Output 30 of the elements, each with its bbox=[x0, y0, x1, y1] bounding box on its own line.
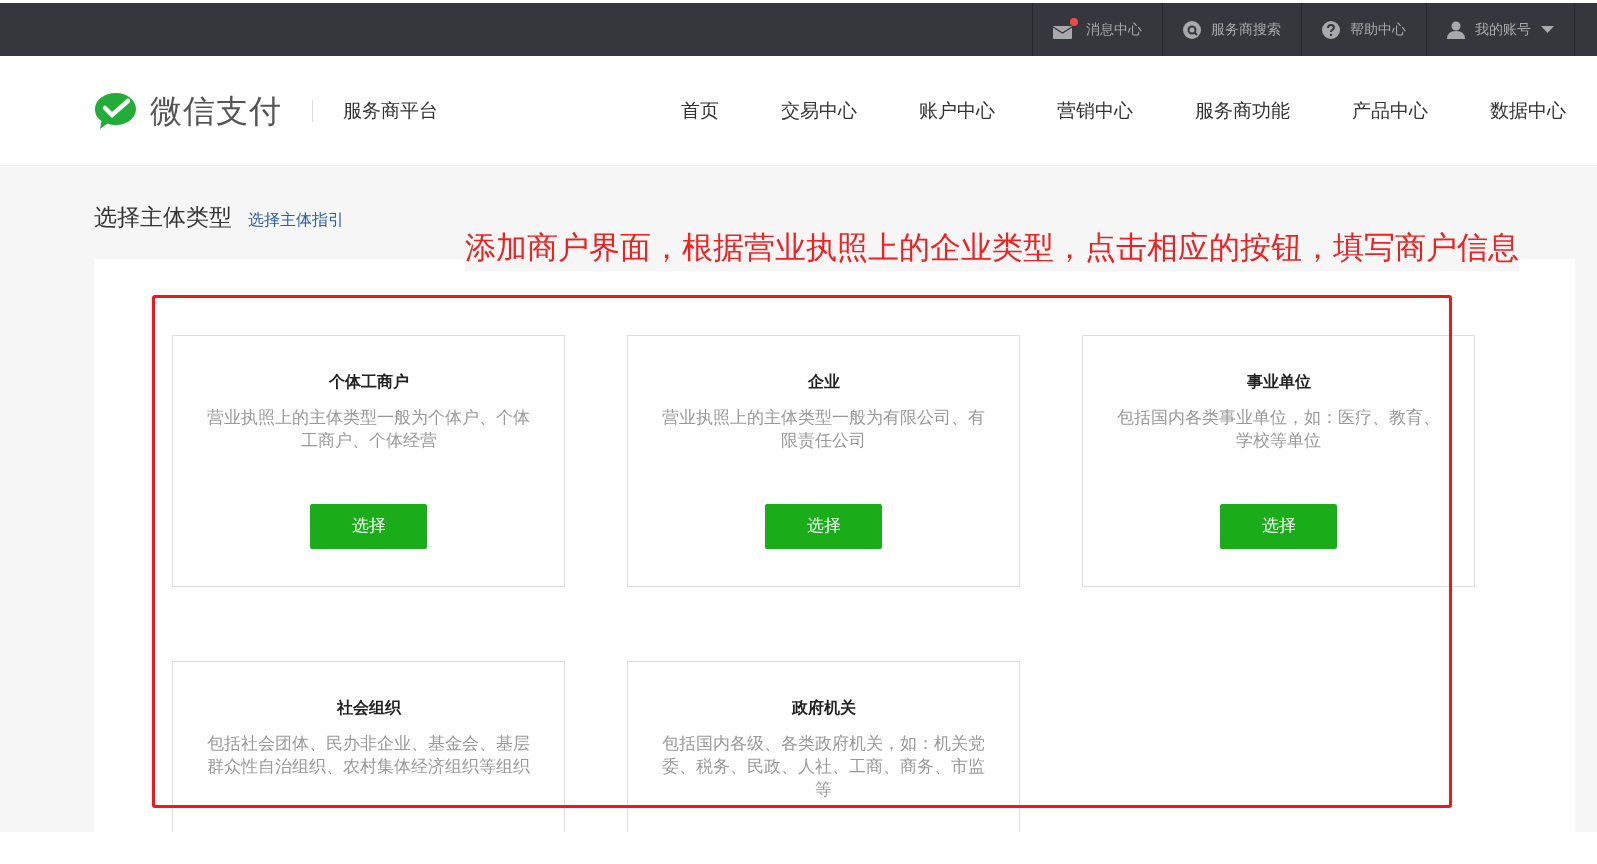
platform-name: 服务商平台 bbox=[343, 98, 438, 124]
card-title: 个体工商户 bbox=[328, 370, 409, 393]
card-title: 企业 bbox=[807, 370, 840, 393]
chat-bubble-check-logo bbox=[94, 90, 138, 131]
card-title: 政府机关 bbox=[791, 696, 856, 719]
card-description: 包括国内各级、各类政府机关，如：机关党委、税务、民政、人社、工商、商务、市监等 bbox=[661, 732, 986, 801]
card-title: 事业单位 bbox=[1246, 370, 1311, 393]
nav-link[interactable]: 账户中心 bbox=[888, 96, 1026, 125]
guide-link[interactable]: 选择主体指引 bbox=[248, 208, 344, 232]
card-title: 社会组织 bbox=[336, 696, 401, 719]
card-description: 包括社会团体、民办非企业、基金会、基层群众性自治组织、农村集体经济组织等组织 bbox=[206, 732, 531, 778]
nav-link[interactable]: 首页 bbox=[650, 96, 750, 125]
card-description: 营业执照上的主体类型一般为个体户、个体工商户、个体经营 bbox=[206, 406, 531, 452]
card-description: 包括国内各类事业单位，如：医疗、教育、学校等单位 bbox=[1116, 406, 1441, 452]
nav-link[interactable]: 交易中心 bbox=[750, 96, 888, 125]
nav-link[interactable]: 产品中心 bbox=[1321, 96, 1459, 125]
top-bar-link[interactable]: 消息中心 bbox=[1032, 3, 1162, 56]
top-bar-link[interactable]: 服务商搜索 bbox=[1162, 3, 1301, 56]
page-title: 选择主体类型 bbox=[94, 203, 232, 232]
search-icon bbox=[1183, 20, 1201, 39]
nav-link[interactable]: 数据中心 bbox=[1459, 96, 1597, 125]
logo-text: 微信支付 bbox=[150, 90, 282, 132]
top-bar-link[interactable]: 帮助中心 bbox=[1301, 3, 1426, 56]
caret-icon bbox=[1541, 26, 1554, 33]
account-menu[interactable]: 我的账号 bbox=[1426, 3, 1575, 56]
card-description: 营业执照上的主体类型一般为有限公司、有限责任公司 bbox=[661, 406, 986, 452]
nav-link[interactable]: 营销中心 bbox=[1026, 96, 1164, 125]
nav-link[interactable]: 服务商功能 bbox=[1164, 96, 1321, 125]
help-icon bbox=[1322, 20, 1340, 39]
user-icon bbox=[1447, 20, 1465, 39]
